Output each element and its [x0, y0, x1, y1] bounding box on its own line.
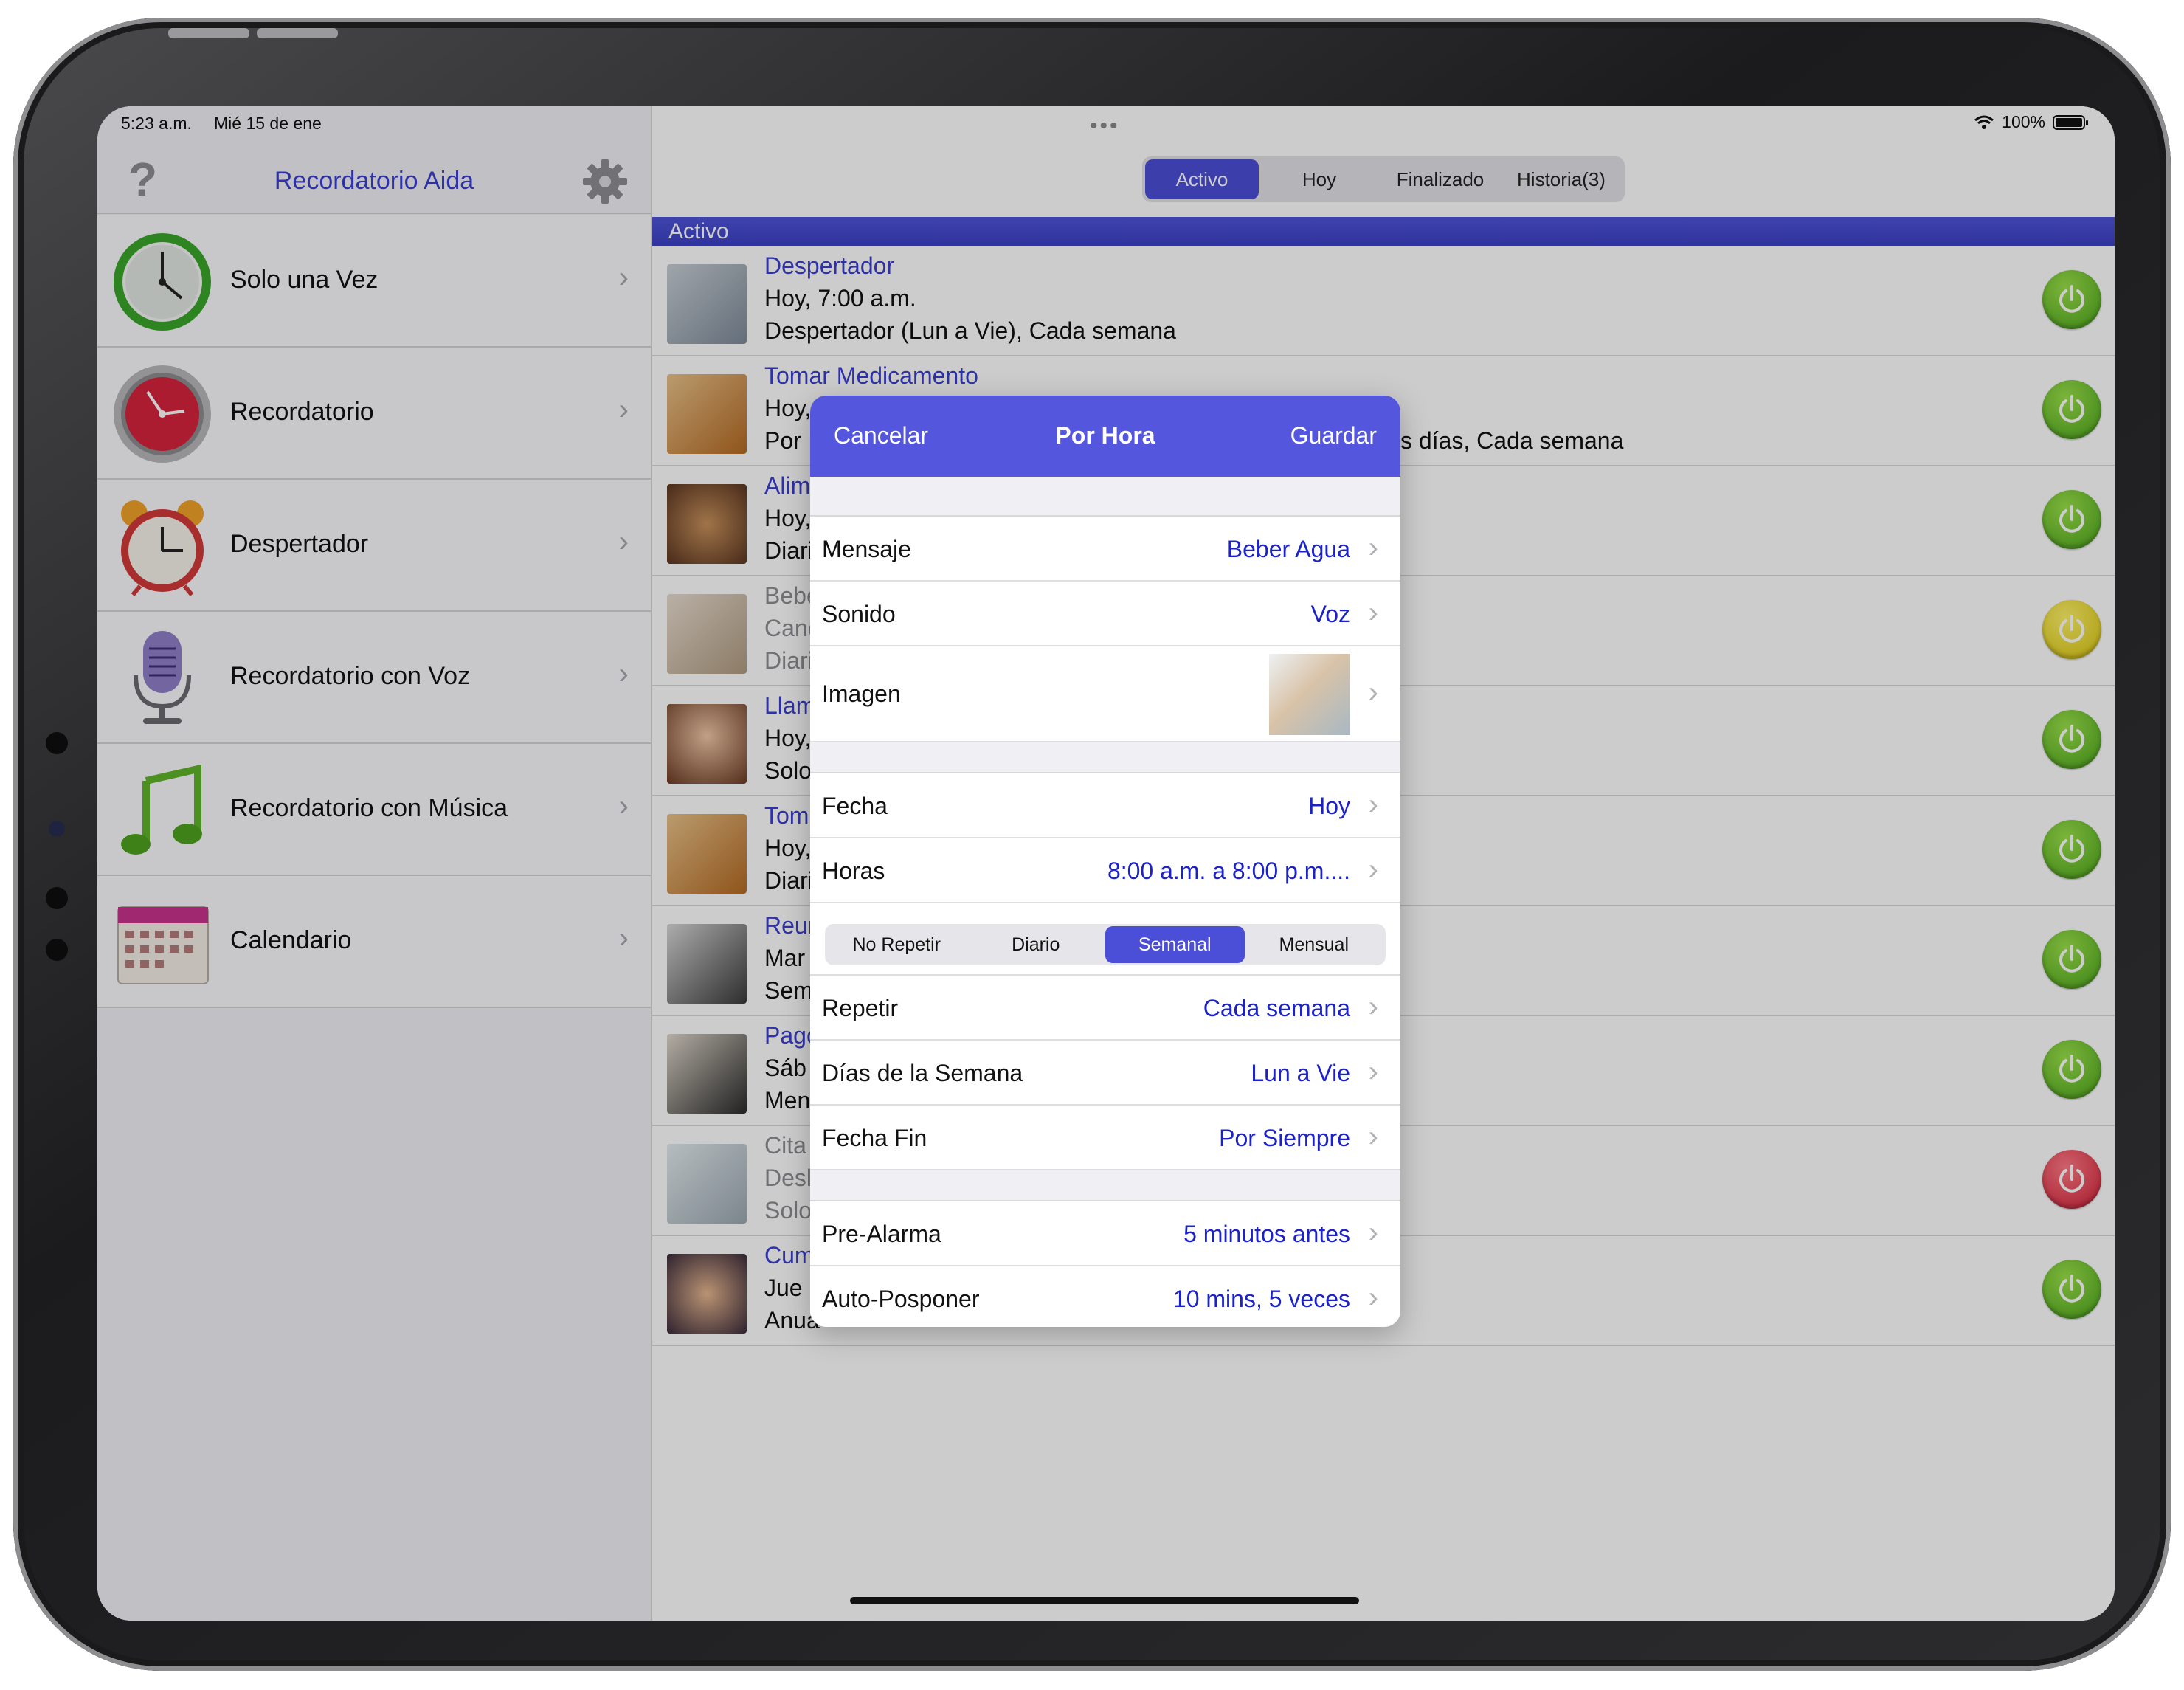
- field-value: Lun a Vie: [1251, 1060, 1350, 1086]
- chevron-right-icon: ›: [1368, 1281, 1378, 1314]
- sensor-dot: [46, 887, 68, 909]
- field-label: Sonido: [822, 601, 896, 627]
- home-indicator[interactable]: [850, 1597, 1359, 1604]
- field-label: Mensaje: [822, 536, 911, 562]
- segment-semanal[interactable]: Semanal: [1105, 926, 1245, 963]
- chevron-right-icon: ›: [1368, 1216, 1378, 1249]
- segment-mensual[interactable]: Mensual: [1245, 926, 1384, 963]
- chevron-right-icon: ›: [1368, 531, 1378, 564]
- field-value: Cada semana: [1203, 995, 1350, 1021]
- chevron-right-icon: ›: [1368, 596, 1378, 629]
- volume-up-button: [168, 28, 249, 38]
- field-value: 10 mins, 5 veces: [1172, 1286, 1350, 1312]
- field-label: Auto-Posponer: [822, 1286, 980, 1312]
- field-label: Horas: [822, 858, 885, 884]
- chevron-right-icon: ›: [1368, 788, 1378, 821]
- pre-alarma-row[interactable]: Pre-Alarma 5 minutos antes ›: [810, 1201, 1400, 1266]
- horas-row[interactable]: Horas 8:00 a.m. a 8:00 p.m.... ›: [810, 838, 1400, 903]
- field-label: Repetir: [822, 995, 899, 1021]
- save-button[interactable]: Guardar: [1290, 422, 1377, 449]
- chevron-right-icon: ›: [1368, 1055, 1378, 1088]
- field-label: Pre-Alarma: [822, 1221, 941, 1247]
- field-value: 5 minutos antes: [1183, 1221, 1350, 1247]
- field-value: Hoy: [1308, 793, 1350, 819]
- section-spacer: [810, 477, 1400, 517]
- section-spacer: [810, 1170, 1400, 1201]
- field-value: Por Siempre: [1219, 1125, 1350, 1151]
- volume-down-button: [257, 28, 338, 38]
- section-spacer: [810, 742, 1400, 773]
- segment-diario[interactable]: Diario: [967, 926, 1106, 963]
- fecha-fin-row[interactable]: Fecha Fin Por Siempre ›: [810, 1106, 1400, 1170]
- camera-lens: [49, 821, 65, 837]
- auto-posponer-row[interactable]: Auto-Posponer 10 mins, 5 veces ›: [810, 1266, 1400, 1327]
- field-value: 8:00 a.m. a 8:00 p.m....: [1107, 858, 1350, 884]
- field-label: Imagen: [822, 680, 901, 707]
- modal-header: Cancelar Por Hora Guardar: [810, 396, 1400, 477]
- segment-no-repetir[interactable]: No Repetir: [827, 926, 967, 963]
- field-label: Fecha: [822, 793, 888, 819]
- imagen-row[interactable]: Imagen ›: [810, 646, 1400, 742]
- ipad-frame: 5:23 a.m. Mié 15 de ene ••• 100% ? Recor…: [13, 18, 2171, 1671]
- fecha-row[interactable]: Fecha Hoy ›: [810, 773, 1400, 838]
- chevron-right-icon: ›: [1368, 853, 1378, 886]
- mensaje-row[interactable]: Mensaje Beber Agua ›: [810, 517, 1400, 582]
- field-value: Beber Agua: [1226, 536, 1350, 562]
- screen: 5:23 a.m. Mié 15 de ene ••• 100% ? Recor…: [97, 106, 2115, 1621]
- dias-semana-row[interactable]: Días de la Semana Lun a Vie ›: [810, 1041, 1400, 1106]
- field-label: Días de la Semana: [822, 1060, 1023, 1086]
- repeat-segmented-control: No Repetir Diario Semanal Mensual: [825, 924, 1386, 965]
- camera-dot: [46, 732, 68, 754]
- sensor-dot: [46, 939, 68, 961]
- image-thumbnail: [1269, 654, 1350, 735]
- chevron-right-icon: ›: [1368, 676, 1378, 708]
- field-value: Voz: [1310, 601, 1350, 627]
- chevron-right-icon: ›: [1368, 1120, 1378, 1153]
- field-label: Fecha Fin: [822, 1125, 927, 1151]
- edit-reminder-modal: Cancelar Por Hora Guardar Mensaje Beber …: [810, 396, 1400, 1327]
- sonido-row[interactable]: Sonido Voz ›: [810, 582, 1400, 646]
- repeat-segment-row: No Repetir Diario Semanal Mensual: [810, 903, 1400, 976]
- chevron-right-icon: ›: [1368, 990, 1378, 1023]
- repetir-row[interactable]: Repetir Cada semana ›: [810, 976, 1400, 1041]
